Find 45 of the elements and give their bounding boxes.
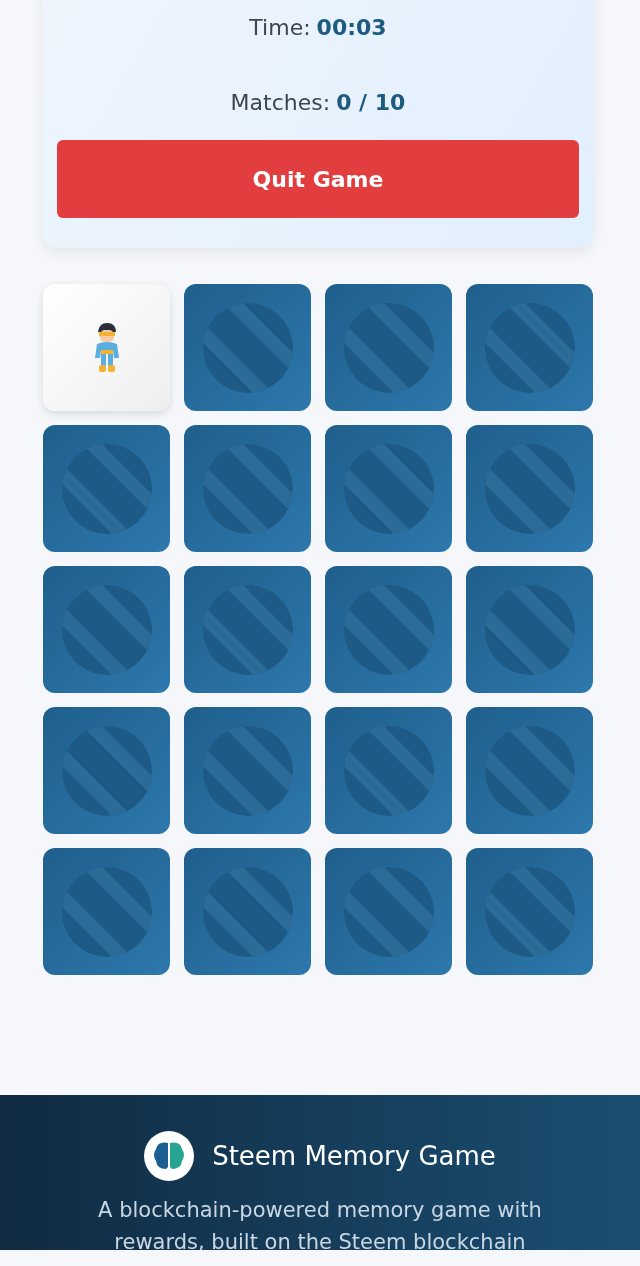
footer-title: Steem Memory Game: [212, 1141, 496, 1171]
striped-circle-icon: [484, 302, 575, 393]
striped-circle-icon: [61, 443, 152, 534]
striped-circle-icon: [343, 443, 434, 534]
card[interactable]: [325, 425, 452, 552]
quit-button[interactable]: Quit Game: [57, 140, 579, 218]
stat-text: Time: 00:03: [249, 14, 387, 42]
footer-description: A blockchain-powered memory game with rewards, built on the Steem blockchain: [97, 1197, 543, 1250]
card[interactable]: [43, 707, 170, 834]
card[interactable]: [43, 425, 170, 552]
striped-circle-icon: [202, 725, 293, 816]
striped-circle-icon: [343, 302, 434, 393]
striped-circle-icon: [343, 584, 434, 675]
card[interactable]: [325, 284, 452, 411]
striped-circle-icon: [202, 866, 293, 957]
striped-circle-icon: [484, 866, 575, 957]
stat-text: Matches: 0 / 10: [230, 89, 406, 117]
card[interactable]: [466, 284, 593, 411]
striped-circle-icon: [202, 302, 293, 393]
card[interactable]: [466, 707, 593, 834]
card[interactable]: [466, 848, 593, 975]
card[interactable]: [325, 566, 452, 693]
striped-circle-icon: [202, 584, 293, 675]
card[interactable]: [43, 284, 170, 411]
card[interactable]: [325, 707, 452, 834]
striped-circle-icon: [484, 725, 575, 816]
card[interactable]: [43, 848, 170, 975]
striped-circle-icon: [61, 866, 152, 957]
card[interactable]: [184, 848, 311, 975]
striped-circle-icon: [484, 584, 575, 675]
card[interactable]: [43, 566, 170, 693]
striped-circle-icon: [202, 443, 293, 534]
card[interactable]: [184, 425, 311, 552]
card[interactable]: [466, 425, 593, 552]
card[interactable]: [184, 566, 311, 693]
striped-circle-icon: [61, 725, 152, 816]
card[interactable]: [325, 848, 452, 975]
striped-circle-icon: [61, 584, 152, 675]
striped-circle-icon: [343, 866, 434, 957]
card[interactable]: [184, 707, 311, 834]
striped-circle-icon: [343, 725, 434, 816]
brain-logo-icon: [144, 1131, 195, 1181]
striped-circle-icon: [484, 443, 575, 534]
card[interactable]: [466, 566, 593, 693]
card[interactable]: [184, 284, 311, 411]
